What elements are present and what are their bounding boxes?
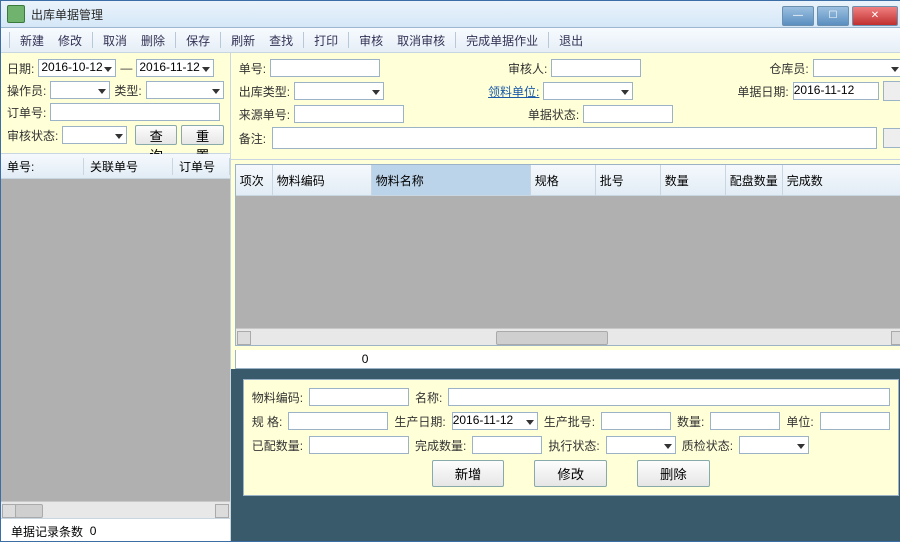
toolbar-save[interactable]: 保存 xyxy=(180,30,216,51)
audit-state-select[interactable] xyxy=(62,126,127,144)
col-batch[interactable]: 批号 xyxy=(596,165,661,195)
calendar-icon[interactable] xyxy=(883,81,900,101)
toolbar-print[interactable]: 打印 xyxy=(308,30,344,51)
left-col-billno[interactable]: 单号: xyxy=(1,158,84,175)
dept-select[interactable] xyxy=(543,82,633,100)
toolbar-finish[interactable]: 完成单据作业 xyxy=(460,30,544,51)
spec-field[interactable] xyxy=(288,412,388,430)
bottom-area: 物料编码: 名称: 规 格: 生产日期:2016-11-12 生产批号: 数量:… xyxy=(231,369,900,542)
remark-expand-icon[interactable] xyxy=(883,128,900,148)
detail-grid-summary: 0 xyxy=(235,350,900,369)
exec-state-select[interactable] xyxy=(606,436,676,454)
record-count: 0 xyxy=(90,524,97,538)
detail-grid-body[interactable] xyxy=(236,196,900,328)
scroll-left-icon[interactable] xyxy=(237,331,251,345)
scroll-right-icon[interactable] xyxy=(215,504,229,518)
window-minimize-button[interactable]: — xyxy=(782,6,814,26)
window-close-button[interactable]: ✕ xyxy=(852,6,898,26)
left-grid-hscroll[interactable] xyxy=(1,501,230,518)
bill-date-field[interactable]: 2016-11-12 xyxy=(793,82,879,100)
label-date: 日期: xyxy=(7,60,34,77)
titlebar: 出库单据管理 — ☐ ✕ xyxy=(1,1,900,28)
done-qty-field[interactable] xyxy=(472,436,542,454)
keeper-select[interactable] xyxy=(813,59,900,77)
col-matname[interactable]: 物料名称 xyxy=(372,165,531,195)
type-select[interactable] xyxy=(146,81,224,99)
left-grid-header: 单号: 关联单号 订单号 xyxy=(1,154,230,179)
col-qty[interactable]: 数量 xyxy=(661,165,726,195)
mat-code-field[interactable] xyxy=(309,388,409,406)
col-done[interactable]: 完成数 xyxy=(783,165,900,195)
left-grid-footer: 单据记录条数 0 xyxy=(1,518,230,542)
item-detail-form: 物料编码: 名称: 规 格: 生产日期:2016-11-12 生产批号: 数量:… xyxy=(243,379,899,496)
scroll-thumb[interactable] xyxy=(496,331,608,345)
left-col-order[interactable]: 订单号 xyxy=(173,158,230,175)
toolbar-unaudit[interactable]: 取消审核 xyxy=(391,30,451,51)
item-edit-button[interactable]: 修改 xyxy=(534,460,607,487)
scroll-thumb[interactable] xyxy=(15,504,43,518)
left-grid-body[interactable] xyxy=(1,179,230,501)
search-button[interactable]: 查询 xyxy=(135,125,177,145)
col-seq[interactable]: 项次 xyxy=(236,165,273,195)
col-alloc[interactable]: 配盘数量 xyxy=(726,165,783,195)
bill-state-field[interactable] xyxy=(583,105,673,123)
item-new-button[interactable]: 新增 xyxy=(432,460,505,487)
toolbar-refresh[interactable]: 刷新 xyxy=(225,30,261,51)
toolbar-audit[interactable]: 审核 xyxy=(353,30,389,51)
left-col-related[interactable]: 关联单号 xyxy=(84,158,173,175)
allocated-field[interactable] xyxy=(309,436,409,454)
scroll-right-icon[interactable] xyxy=(891,331,900,345)
qc-state-select[interactable] xyxy=(739,436,809,454)
mat-name-field[interactable] xyxy=(448,388,889,406)
item-delete-button[interactable]: 删除 xyxy=(637,460,710,487)
detail-grid-hscroll[interactable] xyxy=(236,328,900,345)
prod-batch-field[interactable] xyxy=(601,412,671,430)
col-spec[interactable]: 规格 xyxy=(531,165,596,195)
toolbar-delete[interactable]: 删除 xyxy=(135,30,171,51)
app-icon xyxy=(7,5,25,23)
label-type: 类型: xyxy=(114,82,141,99)
summary-zero: 0 xyxy=(356,350,408,368)
toolbar-new[interactable]: 新建 xyxy=(14,30,50,51)
col-matcode[interactable]: 物料编码 xyxy=(273,165,372,195)
auditor-field[interactable] xyxy=(551,59,641,77)
toolbar-cancel[interactable]: 取消 xyxy=(97,30,133,51)
toolbar-exit[interactable]: 退出 xyxy=(553,30,589,51)
label-order: 订单号: xyxy=(7,104,46,121)
date-to-input[interactable]: 2016-11-12 xyxy=(136,59,214,77)
out-type-select[interactable] xyxy=(294,82,384,100)
prod-date-field[interactable]: 2016-11-12 xyxy=(452,412,538,430)
toolbar-find[interactable]: 查找 xyxy=(263,30,299,51)
filter-panel: 日期: 2016-10-12 — 2016-11-12 操作员: 类型: 订单号… xyxy=(1,53,230,154)
reset-button[interactable]: 重置 xyxy=(181,125,223,145)
detail-grid-header: 项次 物料编码 物料名称 规格 批号 数量 配盘数量 完成数 xyxy=(236,165,900,196)
operator-select[interactable] xyxy=(50,81,110,99)
label-operator: 操作员: xyxy=(7,82,46,99)
detail-grid: 项次 物料编码 物料名称 规格 批号 数量 配盘数量 完成数 xyxy=(235,164,900,346)
right-pane: 单号: 审核人: 仓库员: 出库类型: 领料单位: 单据日期:2016-11-1… xyxy=(231,53,900,542)
date-from-input[interactable]: 2016-10-12 xyxy=(38,59,116,77)
qty-field[interactable] xyxy=(710,412,780,430)
remark-textarea[interactable] xyxy=(272,127,877,149)
header-form: 单号: 审核人: 仓库员: 出库类型: 领料单位: 单据日期:2016-11-1… xyxy=(231,53,900,160)
unit-field[interactable] xyxy=(820,412,890,430)
left-pane: 日期: 2016-10-12 — 2016-11-12 操作员: 类型: 订单号… xyxy=(1,53,231,542)
label-audit-state: 审核状态: xyxy=(7,127,58,144)
bill-no-field[interactable] xyxy=(270,59,380,77)
window-maximize-button[interactable]: ☐ xyxy=(817,6,849,26)
order-input[interactable] xyxy=(50,103,220,121)
window-title: 出库单据管理 xyxy=(31,6,103,23)
scroll-left-icon[interactable] xyxy=(2,504,16,518)
source-no-field[interactable] xyxy=(294,105,404,123)
toolbar: 新建 修改 取消 删除 保存 刷新 查找 打印 审核 取消审核 完成单据作业 退… xyxy=(1,28,900,53)
toolbar-edit[interactable]: 修改 xyxy=(52,30,88,51)
